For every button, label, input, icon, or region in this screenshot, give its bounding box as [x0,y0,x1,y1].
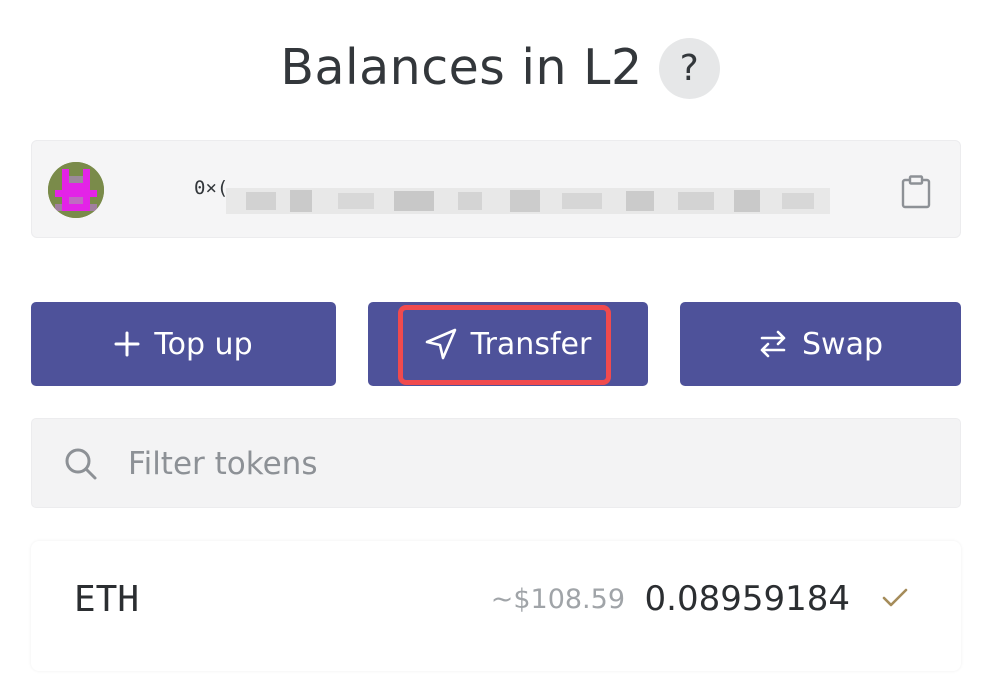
swap-arrows-icon [758,329,788,359]
filter-tokens-input[interactable] [128,437,928,491]
token-usd-value: ~$108.59 [490,584,625,615]
swap-button[interactable]: Swap [680,302,961,386]
token-row-eth[interactable]: ETH ~$108.59 0.08959184 [31,541,961,671]
avatar [48,162,104,218]
plus-icon [114,331,140,357]
account-address: 0×( [194,177,229,199]
check-icon [881,587,909,613]
top-up-label: Top up [154,326,253,362]
swap-label: Swap [801,326,883,362]
transfer-label: Transfer [470,326,592,362]
page-header: Balances in L2 ? [0,36,1000,100]
help-button[interactable]: ? [658,37,720,99]
top-up-button[interactable]: Top up [31,302,336,386]
token-amount: 0.08959184 [644,579,851,619]
transfer-button[interactable]: Transfer [368,302,648,386]
page-title: Balances in L2 [280,39,643,96]
search-icon [64,447,98,485]
address-redaction [226,188,830,214]
send-icon [425,328,457,360]
token-symbol: ETH [74,579,140,620]
filter-box [31,418,961,508]
clipboard-icon[interactable] [900,175,932,209]
